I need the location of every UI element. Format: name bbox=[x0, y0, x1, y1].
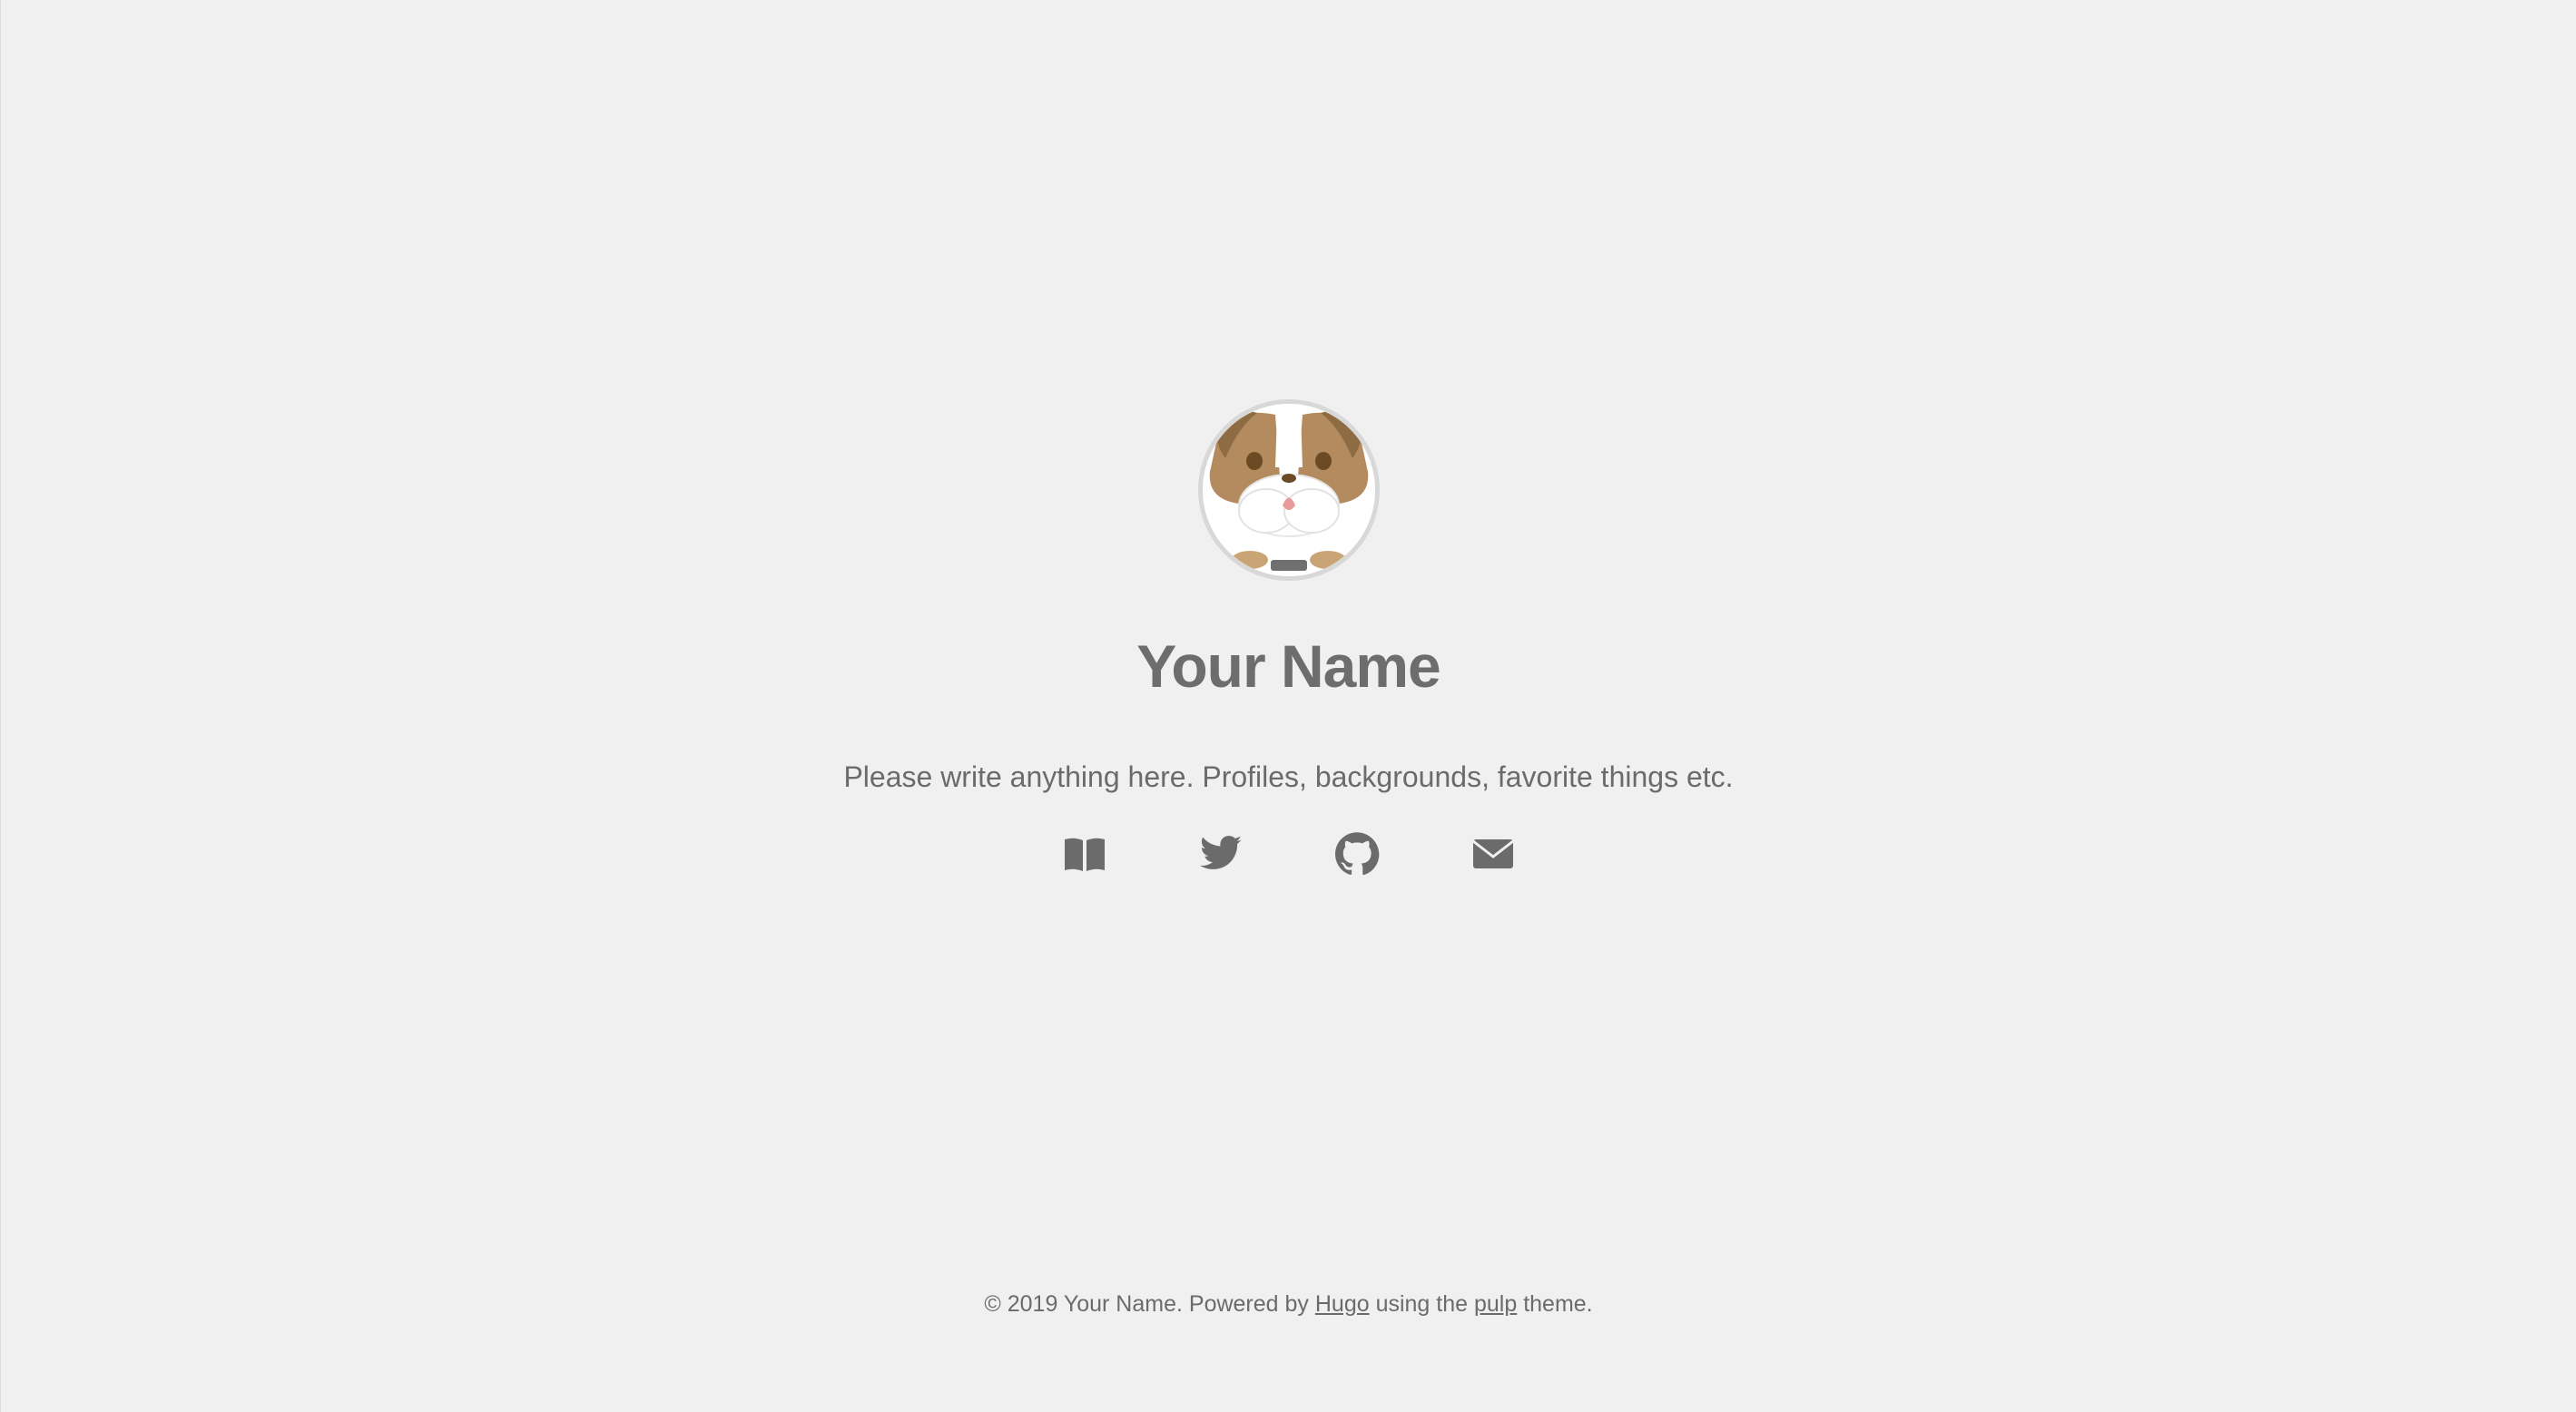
page: Your Name Please write anything here. Pr… bbox=[0, 0, 2576, 1412]
profile-bio: Please write anything here. Profiles, ba… bbox=[843, 760, 1734, 793]
footer: © 2019 Your Name. Powered by Hugo using … bbox=[1, 1289, 2576, 1319]
social-links bbox=[1, 831, 2576, 877]
pulp-theme-link[interactable]: pulp bbox=[1474, 1291, 1517, 1317]
github-icon[interactable] bbox=[1334, 831, 1380, 877]
book-icon[interactable] bbox=[1062, 831, 1107, 877]
hugo-link[interactable]: Hugo bbox=[1315, 1291, 1370, 1317]
bulldog-avatar-image bbox=[1202, 404, 1375, 576]
footer-suffix: theme. bbox=[1517, 1291, 1593, 1317]
envelope-icon[interactable] bbox=[1470, 831, 1516, 877]
footer-prefix: © 2019 Your Name. Powered by bbox=[984, 1291, 1315, 1317]
avatar bbox=[1197, 399, 1380, 581]
twitter-icon[interactable] bbox=[1198, 831, 1244, 877]
profile-name: Your Name bbox=[1136, 632, 1441, 700]
profile-section: Your Name Please write anything here. Pr… bbox=[1, 399, 2576, 877]
footer-middle: using the bbox=[1369, 1291, 1474, 1317]
